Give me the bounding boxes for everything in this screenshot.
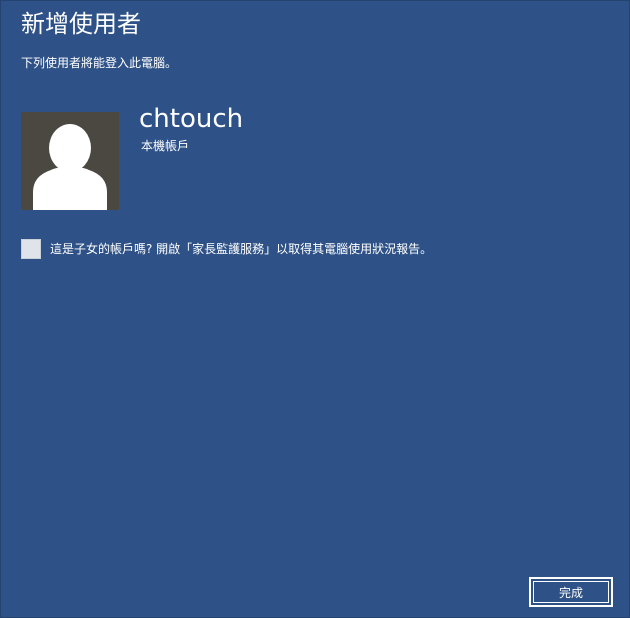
account-type-label: 本機帳戶 [141,139,190,153]
done-button[interactable]: 完成 [529,577,613,607]
dialog-title: 新增使用者 [21,10,141,38]
add-user-dialog: 新增使用者 下列使用者將能登入此電腦。 chtouch 本機帳戶 這是子女的帳戶… [0,0,630,618]
family-safety-label[interactable]: 這是子女的帳戶嗎? 開啟「家長監護服務」以取得其電腦使用狀況報告。 [50,240,432,258]
family-safety-option[interactable]: 這是子女的帳戶嗎? 開啟「家長監護服務」以取得其電腦使用狀況報告。 [21,239,432,259]
user-name: chtouch [139,104,244,134]
user-avatar [21,112,119,210]
default-user-silhouette-icon [33,124,107,210]
family-safety-checkbox[interactable] [21,239,41,259]
dialog-subtitle: 下列使用者將能登入此電腦。 [21,56,178,70]
